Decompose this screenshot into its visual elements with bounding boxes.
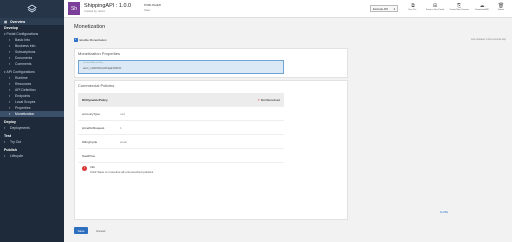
monetization-properties-title: Monetization Properties bbox=[78, 51, 121, 56]
keep-in-dev-portal-button[interactable]: ⊞ Keep in Dev Portal bbox=[424, 3, 446, 15]
gateway-select[interactable]: Exclude API ▾ bbox=[370, 5, 398, 12]
delete-api-button[interactable]: 🗑 Delete bbox=[490, 3, 512, 15]
money-icon: ▪ bbox=[9, 112, 11, 116]
main-content: Monetization Last updated: a few seconds… bbox=[64, 18, 512, 242]
enable-monetization-row[interactable]: ✓ Enable Monetization bbox=[74, 38, 107, 42]
try-out-icon: ▪ bbox=[4, 140, 6, 144]
chevron-down-icon: ▾ bbox=[393, 6, 395, 11]
api-thumbnail: Sh bbox=[68, 2, 80, 15]
info-alert: ! Info Click Save to monetize all unmone… bbox=[78, 163, 284, 181]
lifecycle-icon: ▪ bbox=[4, 154, 6, 158]
layers-logo-icon bbox=[27, 4, 37, 13]
comment-icon: ▪ bbox=[9, 62, 11, 66]
table-row: currencyType usd bbox=[78, 107, 284, 121]
endpoint-icon: ▪ bbox=[9, 94, 11, 98]
gear-icon: ▪ bbox=[9, 76, 11, 80]
app-logo[interactable] bbox=[0, 0, 64, 18]
scope-icon: ▪ bbox=[9, 100, 11, 104]
api-name: ShippingAPI : 1.0.0 bbox=[84, 3, 132, 9]
table-row: pricePerRequest 1 bbox=[78, 121, 284, 135]
business-icon: ▪ bbox=[9, 44, 11, 48]
table-row: fixedPrice bbox=[78, 149, 284, 163]
info-title: Info bbox=[90, 165, 96, 169]
commercial-policies-title: Commercial Policies bbox=[78, 83, 115, 88]
sidebar-item-overview[interactable]: ▦ Overview bbox=[0, 18, 64, 25]
enable-monetization-label: Enable Monetization bbox=[79, 38, 107, 42]
sidebar-item-deployments[interactable]: ▪ Deployments bbox=[0, 125, 64, 131]
document-icon: ▪ bbox=[9, 56, 11, 60]
policy-table: RCDynamicPolicy ✕ Not Monetized currencyT… bbox=[78, 93, 284, 181]
sidebar-item-lifecycle[interactable]: ▪ Lifecycle bbox=[0, 153, 64, 159]
commercial-policies-panel: Commercial Policies RCDynamicPolicy ✕ Not… bbox=[74, 80, 348, 220]
deploy-icon: ▪ bbox=[4, 126, 6, 130]
save-button[interactable]: Save bbox=[74, 227, 88, 234]
monetization-properties-panel: Monetization Properties connectedAccount… bbox=[74, 48, 348, 78]
page-title: Monetization bbox=[74, 24, 106, 30]
policy-header-row: RCDynamicPolicy ✕ Not Monetized bbox=[78, 93, 284, 107]
sidebar-item-try-out[interactable]: ▪ Try Out bbox=[0, 139, 64, 145]
subscriptions-icon: ▪ bbox=[9, 50, 11, 54]
last-updated: Last updated: a few seconds ago bbox=[470, 38, 506, 41]
chevron-down-icon: ▾ bbox=[4, 70, 6, 74]
sidebar-item-monetization[interactable]: ▪ Monetization bbox=[0, 111, 64, 117]
enable-monetization-checkbox[interactable]: ✓ bbox=[74, 38, 78, 42]
close-icon: ✕ bbox=[257, 97, 260, 102]
chevron-down-icon: ▾ bbox=[4, 32, 6, 36]
field-value: acct_1GDtSKAAD3pE7Rb9z bbox=[83, 66, 122, 70]
sidebar: ▦ Overview Develop ▾ Portal Configurations… bbox=[0, 0, 64, 242]
field-label: connectedAccountKey bbox=[83, 62, 103, 64]
cancel-button[interactable]: Cancel bbox=[96, 227, 105, 234]
api-created-by: Created by: admin bbox=[84, 10, 106, 13]
close-link[interactable]: CLOSE bbox=[440, 211, 448, 214]
policy-name: RCDynamicPolicy bbox=[82, 97, 108, 102]
info-icon: ▪ bbox=[9, 38, 11, 42]
connected-account-key-field[interactable]: connectedAccountKey acct_1GDtSKAAD3pE7Rb… bbox=[78, 60, 284, 74]
sidebar-item-comments[interactable]: ▪ Comments bbox=[0, 61, 64, 67]
table-row: billingCycle week bbox=[78, 135, 284, 149]
api-state: PUBLISHED bbox=[144, 3, 162, 7]
info-text: Click Save to monetize all unmonetized p… bbox=[90, 170, 154, 174]
list-icon: ▪ bbox=[9, 106, 11, 110]
api-state-label: State bbox=[144, 9, 151, 12]
status-badge: ✕ Not Monetized bbox=[257, 97, 280, 102]
alert-icon: ! bbox=[82, 166, 87, 171]
resources-icon: ▪ bbox=[9, 82, 11, 86]
create-new-version-button[interactable]: ⎘ Create New Version bbox=[448, 3, 470, 15]
overview-icon: ▦ bbox=[4, 19, 8, 24]
code-icon: ▪ bbox=[9, 88, 11, 92]
dev-portal-button[interactable]: ⧉ Dev Po... bbox=[402, 3, 424, 15]
api-header: Sh ShippingAPI : 1.0.0 Created by: admin… bbox=[64, 0, 512, 18]
